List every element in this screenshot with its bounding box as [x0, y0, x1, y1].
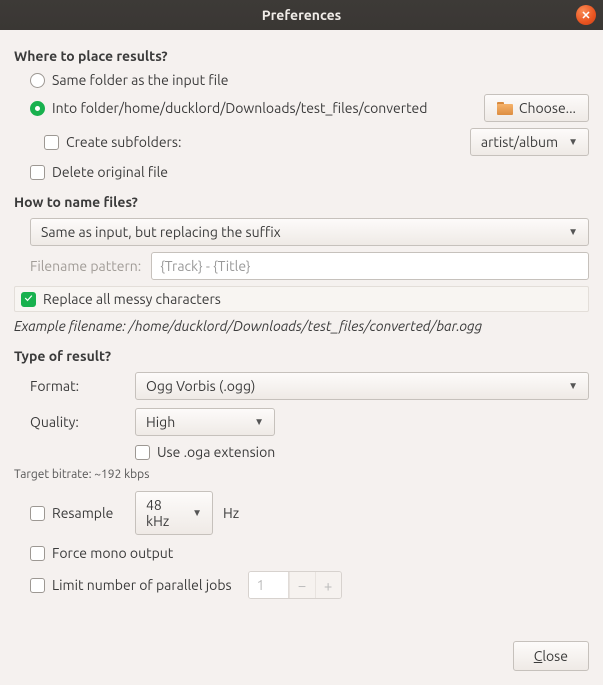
filename-pattern-label: Filename pattern: [30, 258, 141, 274]
chevron-down-icon: ▼ [254, 416, 264, 428]
window-title: Preferences [262, 7, 342, 23]
into-folder-prefix: Into folder [52, 100, 119, 116]
filename-pattern-placeholder: {Track} - {Title} [160, 258, 250, 274]
force-mono-label: Force mono output [52, 545, 173, 561]
close-window-button[interactable]: ✕ [576, 5, 596, 25]
checkbox-icon [30, 165, 45, 180]
chevron-down-icon: ▼ [568, 136, 578, 148]
dialog-content: Where to place results? Same folder as t… [0, 30, 603, 617]
jobs-value: 1 [249, 572, 289, 598]
subfolder-pattern-select[interactable]: artist/album ▼ [470, 128, 589, 156]
resample-rate-value: 48 kHz [146, 497, 182, 529]
example-filename-label: Example filename: [14, 318, 129, 334]
format-select[interactable]: Ogg Vorbis (.ogg) ▼ [135, 372, 589, 400]
choose-folder-label: Choose... [519, 100, 576, 116]
checkbox-icon [30, 506, 45, 521]
limit-jobs-label: Limit number of parallel jobs [52, 577, 232, 593]
subfolder-pattern-value: artist/album [481, 134, 558, 150]
resample-check[interactable]: Resample [30, 505, 125, 521]
quality-label: Quality: [30, 414, 125, 430]
radio-same-folder-label: Same folder as the input file [52, 72, 229, 88]
radio-into-folder-row: Into folder /home/ducklord/Downloads/tes… [30, 94, 589, 122]
chevron-down-icon: ▼ [568, 226, 578, 238]
force-mono-check[interactable]: Force mono output [30, 545, 589, 561]
quality-select[interactable]: High ▼ [135, 408, 275, 436]
hz-label: Hz [223, 505, 239, 521]
stepper-plus-button[interactable]: + [315, 572, 341, 598]
delete-original-check[interactable]: Delete original file [30, 164, 589, 180]
checkbox-icon: ✓ [21, 292, 36, 307]
format-label: Format: [30, 378, 125, 394]
titlebar: Preferences ✕ [0, 0, 603, 30]
create-subfolders-check[interactable]: Create subfolders: [44, 134, 181, 150]
close-button-label: Close [534, 648, 568, 664]
place-heading: Where to place results? [14, 48, 589, 64]
radio-icon [30, 101, 45, 116]
limit-jobs-check[interactable]: Limit number of parallel jobs [30, 577, 232, 593]
dialog-footer: Close [513, 641, 589, 671]
use-oga-label: Use .oga extension [157, 444, 275, 460]
replace-messy-check[interactable]: ✓ Replace all messy characters [14, 286, 589, 312]
checkbox-icon [135, 445, 150, 460]
replace-messy-label: Replace all messy characters [43, 291, 221, 307]
radio-into-folder[interactable]: Into folder /home/ducklord/Downloads/tes… [30, 100, 427, 116]
naming-heading: How to name files? [14, 194, 589, 210]
checkbox-icon [44, 135, 59, 150]
radio-same-folder-row[interactable]: Same folder as the input file [30, 72, 589, 88]
create-subfolders-label: Create subfolders: [66, 134, 181, 150]
filename-pattern-input[interactable]: {Track} - {Title} [151, 252, 589, 280]
naming-mode-select[interactable]: Same as input, but replacing the suffix … [30, 218, 589, 246]
example-filename: Example filename: /home/ducklord/Downloa… [14, 318, 589, 334]
jobs-stepper[interactable]: 1 − + [248, 571, 342, 599]
into-folder-path: /home/ducklord/Downloads/test_files/conv… [119, 100, 428, 116]
resample-label: Resample [52, 505, 113, 521]
resample-rate-select[interactable]: 48 kHz ▼ [135, 491, 213, 535]
delete-original-label: Delete original file [52, 164, 168, 180]
quality-value: High [146, 414, 175, 430]
checkbox-icon [30, 546, 45, 561]
radio-icon [30, 73, 45, 88]
choose-folder-button[interactable]: Choose... [484, 94, 589, 122]
format-value: Ogg Vorbis (.ogg) [146, 378, 255, 394]
close-button[interactable]: Close [513, 641, 589, 671]
result-heading: Type of result? [14, 348, 589, 364]
close-icon: ✕ [581, 9, 590, 22]
target-bitrate: Target bitrate: ~192 kbps [14, 468, 589, 481]
chevron-down-icon: ▼ [192, 507, 202, 519]
use-oga-check[interactable]: Use .oga extension [135, 444, 275, 460]
stepper-minus-button[interactable]: − [289, 572, 315, 598]
chevron-down-icon: ▼ [568, 380, 578, 392]
checkbox-icon [30, 578, 45, 593]
naming-mode-value: Same as input, but replacing the suffix [41, 224, 281, 240]
example-filename-path: /home/ducklord/Downloads/test_files/conv… [129, 318, 482, 334]
folder-icon [497, 102, 513, 115]
